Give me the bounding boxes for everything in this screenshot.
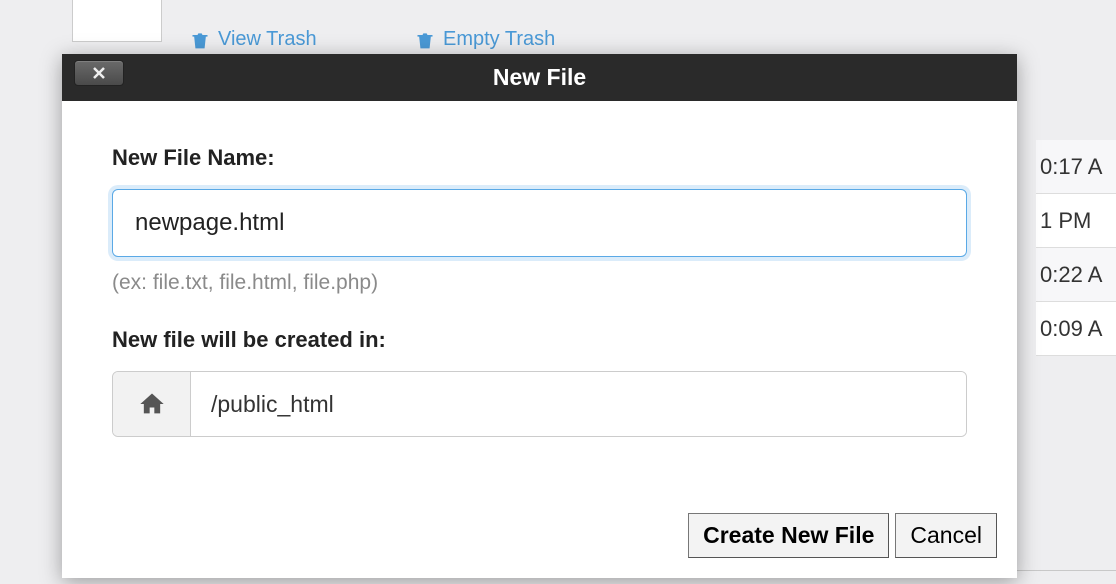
dialog-body: New File Name: (ex: file.txt, file.html,… xyxy=(62,101,1017,447)
close-button[interactable] xyxy=(74,60,124,86)
bg-time-row: 0:22 A xyxy=(1036,248,1116,302)
home-button[interactable] xyxy=(113,372,191,436)
view-trash-link[interactable]: View Trash xyxy=(190,28,317,51)
new-file-dialog: New File New File Name: (ex: file.txt, f… xyxy=(62,54,1017,578)
empty-trash-label: Empty Trash xyxy=(443,28,555,51)
background-tab xyxy=(72,0,162,42)
trash-icon xyxy=(190,29,210,51)
bg-time-row: 1 PM xyxy=(1036,194,1116,248)
background-timestamps: 0:17 A 1 PM 0:22 A 0:09 A xyxy=(1036,140,1116,356)
create-new-file-button[interactable]: Create New File xyxy=(688,513,889,558)
path-label: New file will be created in: xyxy=(112,327,967,353)
cancel-button[interactable]: Cancel xyxy=(895,513,997,558)
close-icon xyxy=(92,66,106,80)
bg-time-row: 0:17 A xyxy=(1036,140,1116,194)
dialog-title: New File xyxy=(493,64,586,91)
home-icon xyxy=(138,390,166,418)
dialog-footer: Create New File Cancel xyxy=(62,495,1017,578)
path-input[interactable] xyxy=(191,372,966,436)
dialog-titlebar: New File xyxy=(62,54,1017,101)
filename-input[interactable] xyxy=(112,189,967,257)
view-trash-label: View Trash xyxy=(218,28,317,51)
trash-icon xyxy=(415,29,435,51)
filename-label: New File Name: xyxy=(112,145,967,171)
empty-trash-link[interactable]: Empty Trash xyxy=(415,28,555,51)
filename-hint: (ex: file.txt, file.html, file.php) xyxy=(112,271,967,295)
bg-time-row: 0:09 A xyxy=(1036,302,1116,356)
path-row xyxy=(112,371,967,437)
